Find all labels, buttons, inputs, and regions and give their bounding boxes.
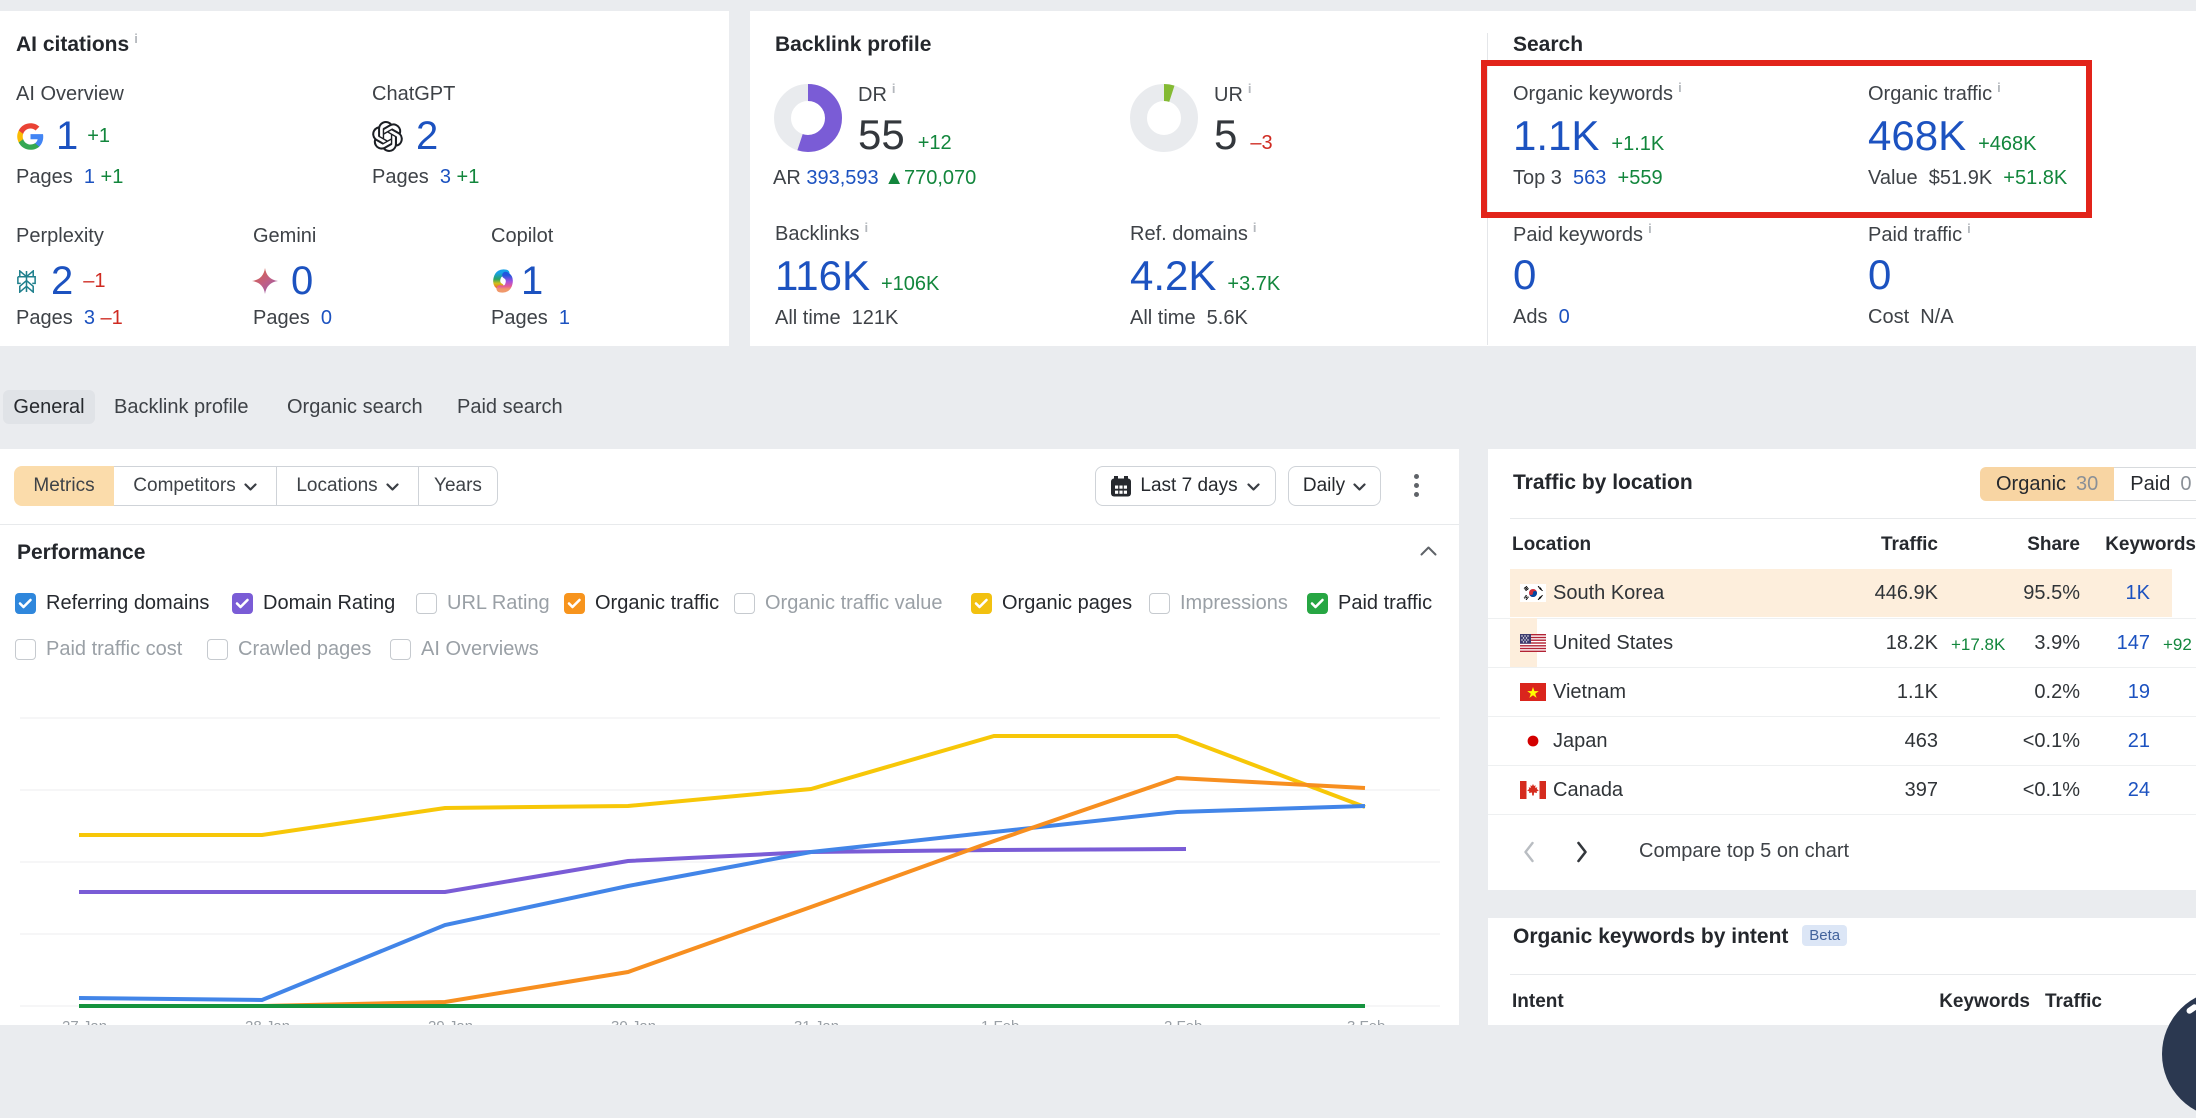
svg-text:31 Jan: 31 Jan (794, 1018, 839, 1025)
svg-text:28 Jan: 28 Jan (245, 1018, 290, 1025)
svg-text:3 Feb: 3 Feb (1347, 1018, 1385, 1025)
svg-text:1 Feb: 1 Feb (981, 1018, 1019, 1025)
svg-text:27 Jan: 27 Jan (62, 1018, 107, 1025)
svg-text:30 Jan: 30 Jan (611, 1018, 656, 1025)
svg-text:2 Feb: 2 Feb (1164, 1018, 1202, 1025)
svg-text:29 Jan: 29 Jan (428, 1018, 473, 1025)
